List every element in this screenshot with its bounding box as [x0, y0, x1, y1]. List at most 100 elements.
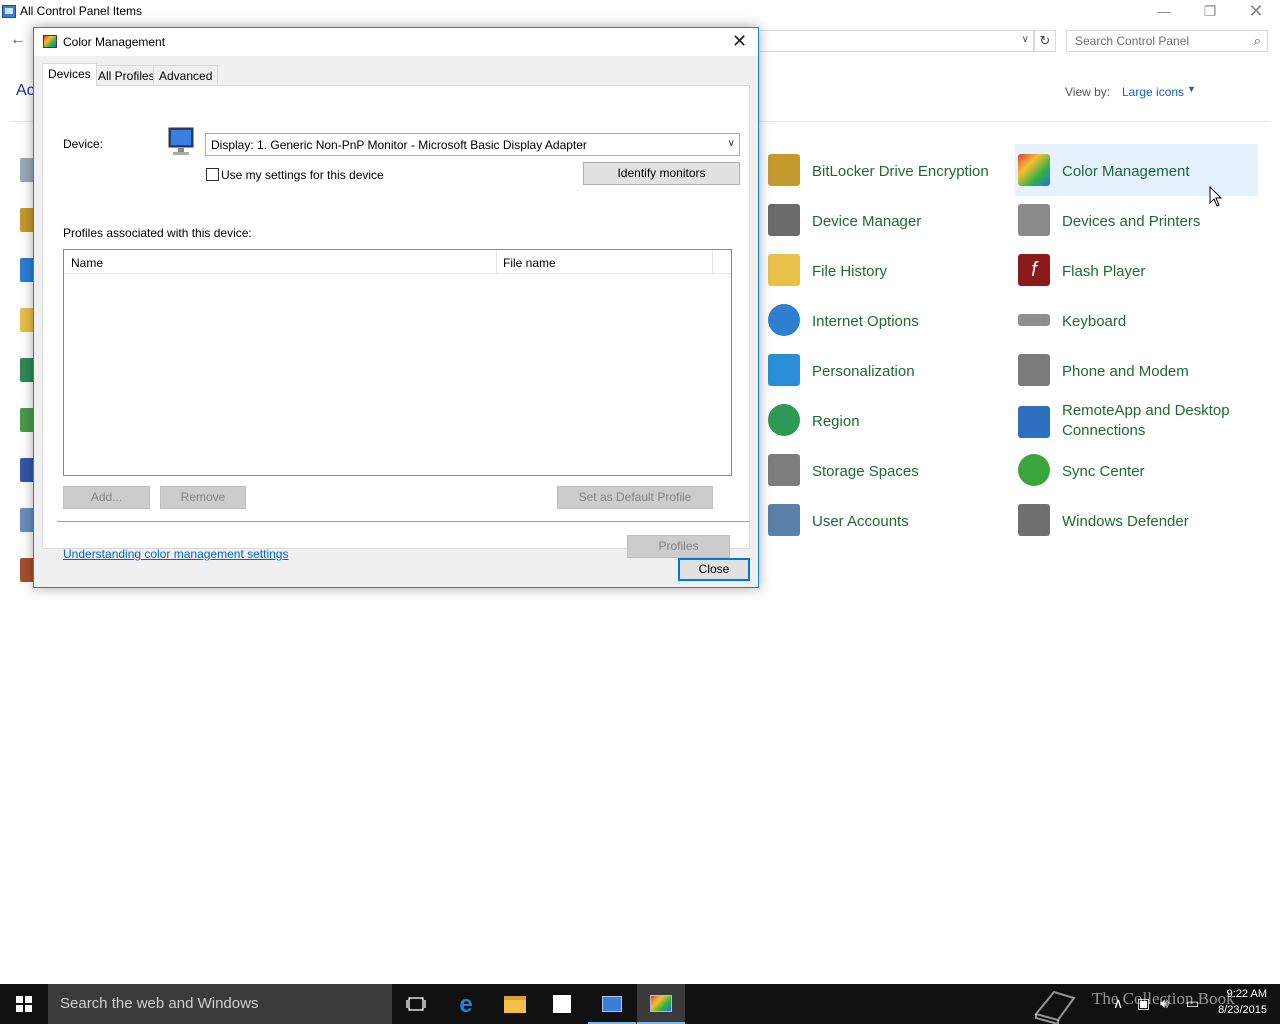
dialog-titlebar[interactable]: Color Management ✕ — [34, 28, 758, 56]
back-arrow-icon[interactable]: ← — [10, 31, 26, 49]
remove-profile-button[interactable]: Remove — [160, 486, 246, 509]
cp-item-sync-center[interactable]: Sync Center — [1018, 450, 1258, 490]
tab-all-profiles[interactable]: All Profiles — [92, 65, 161, 85]
internet-options-icon — [768, 304, 800, 336]
chevron-down-icon[interactable]: ∨ — [728, 138, 735, 149]
control-panel-app-icon — [2, 5, 16, 18]
cp-item-label: Phone and Modem — [1062, 363, 1189, 380]
task-view-button[interactable] — [392, 984, 440, 1024]
cp-item-phone-modem[interactable]: Phone and Modem — [1018, 350, 1258, 390]
devices-tab-panel: Device: Display: 1. Generic Non-PnP Moni… — [42, 85, 750, 561]
volume-icon[interactable]: 🔊︎ — [1160, 995, 1169, 1012]
cp-item-internet-options[interactable]: Internet Options — [768, 300, 1008, 340]
device-select[interactable]: Display: 1. Generic Non-PnP Monitor - Mi… — [205, 133, 740, 156]
control-panel-icon — [602, 996, 622, 1012]
cp-item-flash-player[interactable]: f Flash Player — [1018, 250, 1258, 290]
refresh-icon[interactable]: ↻ — [1034, 30, 1056, 52]
cp-item-label: Flash Player — [1062, 263, 1146, 280]
cp-item-label: Internet Options — [812, 313, 919, 330]
cp-item-label: BitLocker Drive Encryption — [812, 163, 989, 180]
edge-icon: e — [459, 991, 473, 1018]
clock-date[interactable]: 8/23/2015 — [1209, 1004, 1267, 1016]
view-by-caret-icon[interactable]: ▼ — [1187, 84, 1196, 94]
store-icon — [553, 995, 571, 1013]
device-select-value: Display: 1. Generic Non-PnP Monitor - Mi… — [211, 138, 587, 152]
windows-logo-icon — [16, 996, 32, 1012]
cp-item-remoteapp[interactable]: RemoteApp and Desktop Connections — [1018, 400, 1258, 444]
task-view-icon — [406, 997, 426, 1011]
store-button[interactable] — [538, 984, 586, 1024]
cp-item-device-manager[interactable]: Device Manager — [768, 200, 1008, 240]
cp-item-file-history[interactable]: File History — [768, 250, 1008, 290]
close-button[interactable]: Close — [678, 558, 750, 581]
start-button[interactable] — [0, 984, 48, 1024]
minimize-icon[interactable]: — — [1141, 0, 1187, 24]
printer-icon — [1018, 204, 1050, 236]
help-link[interactable]: Understanding color management settings — [63, 547, 288, 561]
cp-item-bitlocker[interactable]: BitLocker Drive Encryption — [768, 150, 1008, 190]
window-close-icon[interactable]: ✕ — [1233, 0, 1279, 24]
restore-icon[interactable]: ❐ — [1187, 0, 1233, 24]
cp-item-keyboard[interactable]: Keyboard — [1018, 300, 1258, 340]
control-panel-taskbar-button[interactable] — [588, 984, 636, 1024]
user-accounts-icon — [768, 504, 800, 536]
dialog-title: Color Management — [63, 35, 166, 49]
cp-item-windows-defender[interactable]: Windows Defender — [1018, 500, 1258, 540]
cp-item-label: Region — [812, 413, 860, 430]
book-watermark-icon — [1034, 990, 1076, 1024]
file-history-icon — [768, 254, 800, 286]
column-separator[interactable] — [712, 250, 713, 274]
column-header-name[interactable]: Name — [64, 250, 496, 274]
column-header-file-name[interactable]: File name — [496, 250, 712, 274]
cp-item-user-accounts[interactable]: User Accounts — [768, 500, 1008, 540]
cp-item-label: User Accounts — [812, 513, 909, 530]
clock-time[interactable]: 9:22 AM — [1213, 988, 1267, 1000]
windows-defender-icon — [1018, 504, 1050, 536]
taskbar-search-placeholder: Search the web and Windows — [60, 995, 259, 1012]
view-by-label: View by: — [1065, 85, 1111, 99]
use-my-settings-checkbox[interactable] — [206, 168, 219, 181]
profiles-list[interactable]: Name File name — [63, 249, 732, 476]
address-bar[interactable]: ∨ — [760, 30, 1034, 52]
color-management-icon — [1018, 154, 1050, 186]
cp-item-label: Personalization — [812, 363, 915, 380]
cp-item-region[interactable]: Region — [768, 400, 1008, 440]
personalization-icon — [768, 354, 800, 386]
color-management-taskbar-button[interactable] — [637, 984, 685, 1024]
profiles-button[interactable]: Profiles — [627, 535, 730, 558]
show-hidden-icons-icon[interactable]: ∧ — [1113, 995, 1123, 1012]
tab-devices[interactable]: Devices — [42, 63, 97, 86]
dialog-close-icon[interactable]: ✕ — [732, 31, 747, 52]
add-profile-button[interactable]: Add... — [63, 486, 150, 509]
device-manager-icon — [768, 204, 800, 236]
cp-item-label: Windows Defender — [1062, 513, 1189, 530]
monitor-icon — [168, 127, 194, 155]
cp-item-label: File History — [812, 263, 888, 280]
cp-item-label: RemoteApp and Desktop Connections — [1062, 402, 1230, 439]
bitlocker-keys-icon — [768, 154, 800, 186]
cp-item-label: Color Management — [1062, 163, 1190, 180]
tab-advanced[interactable]: Advanced — [153, 65, 219, 85]
address-dropdown-icon[interactable]: ∨ — [1022, 34, 1029, 45]
set-default-profile-button[interactable]: Set as Default Profile — [557, 486, 713, 509]
file-explorer-button[interactable] — [490, 984, 538, 1024]
use-my-settings-label[interactable]: Use my settings for this device — [221, 168, 384, 182]
taskbar: Search the web and Windows e The Collect… — [0, 984, 1280, 1024]
search-icon[interactable]: ⌕ — [1254, 33, 1261, 49]
view-by-dropdown[interactable]: Large icons — [1122, 85, 1184, 99]
page-heading-fragment: Ac — [16, 82, 35, 99]
action-center-icon[interactable]: ▭ — [1186, 995, 1199, 1012]
storage-spaces-icon — [768, 454, 800, 486]
network-icon[interactable]: ▣ — [1137, 995, 1150, 1012]
cp-item-label: Sync Center — [1062, 463, 1145, 480]
cp-item-label: Device Manager — [812, 213, 922, 230]
device-label: Device: — [63, 137, 104, 151]
color-management-app-icon — [43, 35, 57, 48]
identify-monitors-button[interactable]: Identify monitors — [583, 162, 740, 185]
cp-item-storage-spaces[interactable]: Storage Spaces — [768, 450, 1008, 490]
cp-item-label: Keyboard — [1062, 313, 1127, 330]
control-panel-search-input[interactable]: Search Control Panel ⌕ — [1066, 30, 1268, 52]
taskbar-search-box[interactable]: Search the web and Windows — [48, 984, 392, 1024]
cp-item-personalization[interactable]: Personalization — [768, 350, 1008, 390]
edge-button[interactable]: e — [442, 984, 490, 1024]
